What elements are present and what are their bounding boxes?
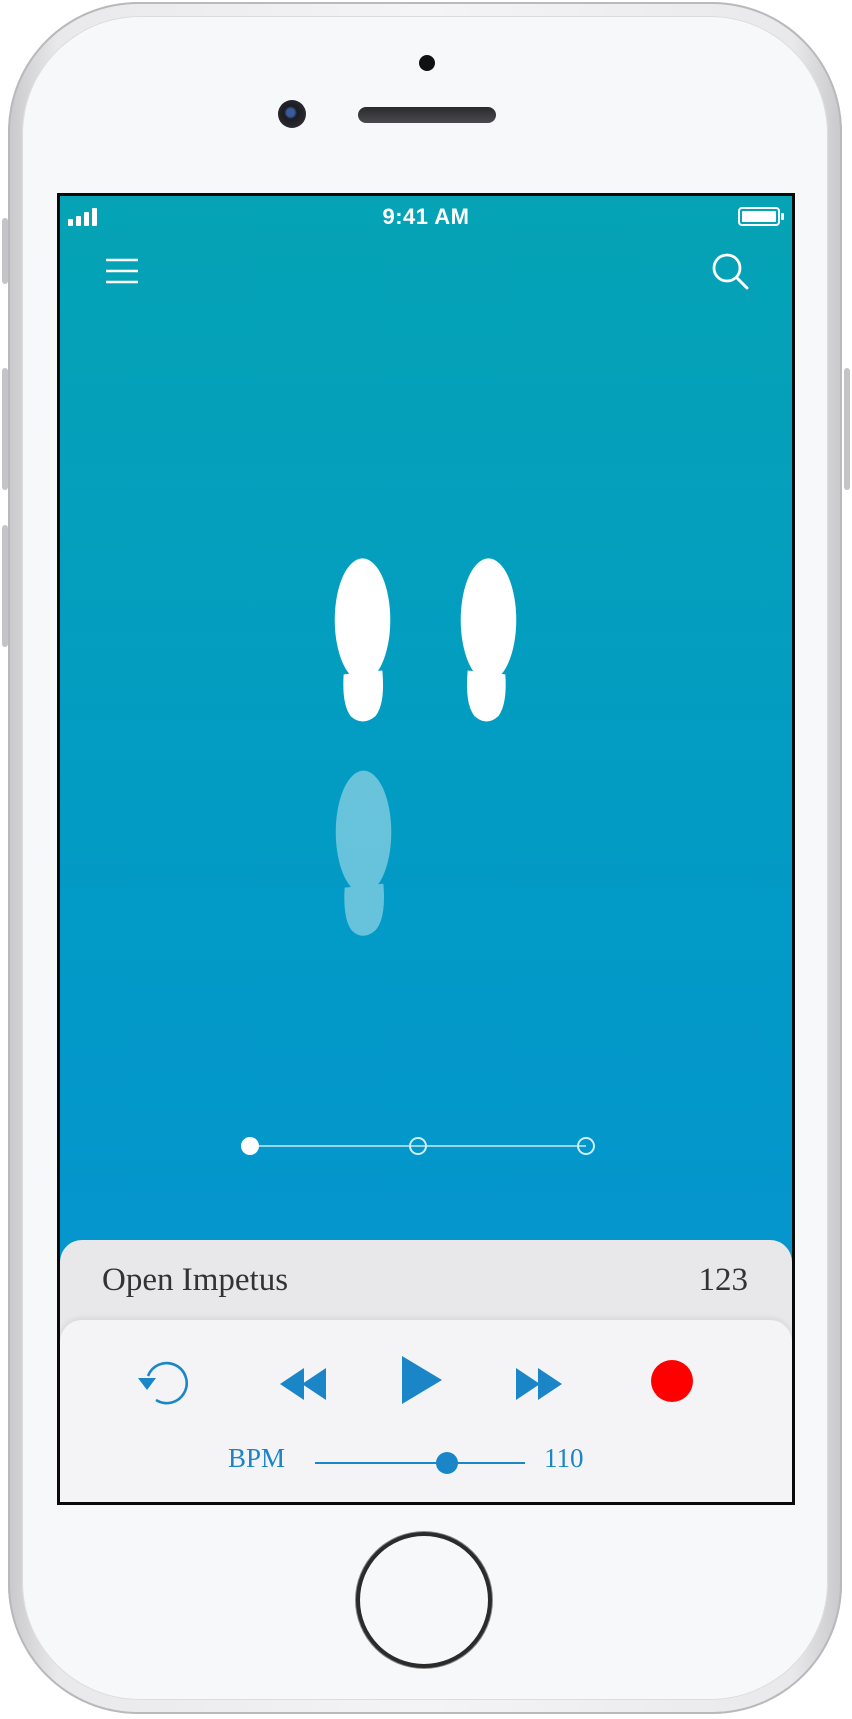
mute-switch bbox=[2, 218, 8, 284]
rewind-icon[interactable] bbox=[278, 1364, 330, 1404]
bpm-slider[interactable] bbox=[315, 1448, 525, 1478]
proximity-sensor bbox=[419, 55, 435, 71]
battery-icon bbox=[738, 207, 784, 226]
fast-forward-icon[interactable] bbox=[514, 1364, 566, 1404]
repeat-icon[interactable] bbox=[134, 1354, 190, 1410]
track-number: 123 bbox=[698, 1262, 749, 1298]
app-screen: 9:41 AM Open Impetus 123 BPM 110 bbox=[57, 193, 795, 1505]
status-bar: 9:41 AM bbox=[60, 196, 792, 236]
track-title: Open Impetus bbox=[102, 1262, 289, 1298]
right-foot-icon bbox=[460, 558, 517, 722]
search-icon[interactable] bbox=[708, 249, 752, 293]
play-icon[interactable] bbox=[400, 1354, 446, 1406]
bpm-slider-knob[interactable] bbox=[436, 1452, 459, 1474]
record-icon[interactable] bbox=[650, 1359, 694, 1403]
playback-controls: BPM 110 bbox=[60, 1320, 792, 1502]
home-button[interactable] bbox=[360, 1536, 488, 1664]
hamburger-menu-icon[interactable] bbox=[102, 251, 142, 291]
step-progress bbox=[240, 1126, 596, 1166]
volume-up-button bbox=[2, 368, 8, 490]
bpm-value: 110 bbox=[544, 1443, 584, 1473]
battery-level bbox=[742, 211, 776, 222]
bpm-label: BPM bbox=[228, 1443, 286, 1473]
power-button bbox=[844, 368, 850, 490]
left-foot-icon bbox=[334, 558, 391, 722]
status-time: 9:41 AM bbox=[382, 204, 470, 229]
next-step-foot-icon bbox=[335, 770, 392, 936]
bpm-slider-track bbox=[315, 1462, 525, 1464]
earpiece-speaker bbox=[358, 107, 496, 123]
step-dot-1[interactable] bbox=[241, 1137, 259, 1155]
volume-down-button bbox=[2, 525, 8, 647]
front-camera bbox=[278, 100, 306, 128]
